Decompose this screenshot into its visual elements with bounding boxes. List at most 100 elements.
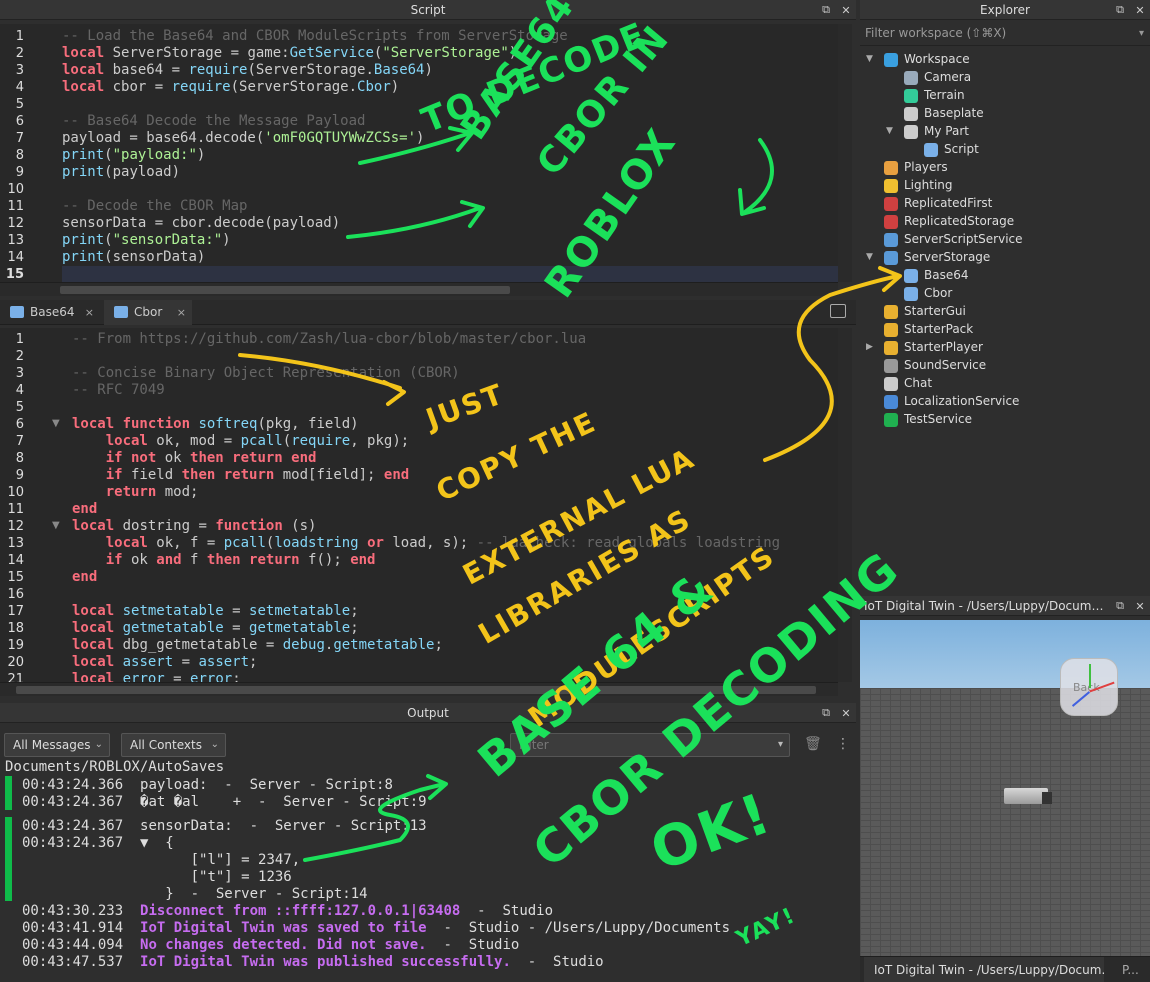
close-icon[interactable]: ✕ [1134,4,1146,17]
code-line[interactable]: local setmetatable = setmetatable; [72,603,838,620]
scroll-thumb[interactable] [60,286,510,294]
code-line[interactable]: local dostring = function (s) [72,518,838,535]
close-tab-icon[interactable]: × [177,300,186,325]
log-row[interactable]: ["t"] = 1236 [22,869,292,886]
log-row[interactable]: 00:43:24.367 sensorData: - Server - Scri… [22,818,427,835]
code-line[interactable]: local ok, mod = pcall(require, pkg); [72,433,838,450]
explorer-item-starterpack[interactable]: StarterPack [884,320,973,338]
explorer-item-testservice[interactable]: TestService [884,410,972,428]
explorer-item-starterplayer[interactable]: StarterPlayer [884,338,983,356]
explorer-item-base64[interactable]: Base64 [904,266,969,284]
close-icon[interactable]: ✕ [1134,600,1146,613]
log-row[interactable]: ["l"] = 2347, [22,852,301,869]
explorer-item-my part[interactable]: My Part [904,122,969,140]
collapse-arrow-icon[interactable]: ▼ [866,248,873,266]
log-row[interactable]: } - Server - Script:14 [22,886,367,903]
code-line[interactable] [72,586,838,603]
log-row[interactable]: 00:43:44.094 No changes detected. Did no… [22,937,519,954]
close-icon[interactable]: ✕ [840,4,852,17]
code-line[interactable]: -- Load the Base64 and CBOR ModuleScript… [62,28,838,45]
vertical-scrollbar[interactable] [838,24,852,282]
code-line[interactable]: -- Base64 Decode the Message Payload [62,113,838,130]
explorer-filter-input[interactable]: Filter workspace (⇧⌘X) ▾ [860,21,1150,46]
vertical-scrollbar[interactable] [838,328,852,682]
code-line[interactable]: if field then return mod[field]; end [72,467,838,484]
code-line[interactable]: -- Concise Binary Object Representation … [72,365,838,382]
code-line[interactable]: print("sensorData:") [62,232,838,249]
code-line[interactable]: print(payload) [62,164,838,181]
explorer-item-soundservice[interactable]: SoundService [884,356,986,374]
3d-viewport[interactable]: Back [860,620,1150,956]
code-area[interactable]: -- Load the Base64 and CBOR ModuleScript… [62,24,838,283]
explorer-item-script[interactable]: Script [924,140,979,158]
code-line[interactable] [62,96,838,113]
code-line[interactable]: local base64 = require(ServerStorage.Bas… [62,62,838,79]
code-area[interactable]: -- From https://github.com/Zash/lua-cbor… [72,328,838,687]
explorer-item-terrain[interactable]: Terrain [904,86,965,104]
restore-icon[interactable]: ⧉ [820,706,832,720]
code-line[interactable]: local ServerStorage = game:GetService("S… [62,45,838,62]
tab-cbor[interactable]: Cbor × [104,300,192,325]
close-tab-icon[interactable]: × [85,300,94,325]
horizontal-scrollbar[interactable] [0,682,838,696]
code-line[interactable]: if not ok then return end [72,450,838,467]
explorer-item-startergui[interactable]: StarterGui [884,302,966,320]
more-icon[interactable]: ⋮ [836,736,850,752]
scroll-thumb[interactable] [16,686,816,694]
code-line[interactable]: if ok and f then return f(); end [72,552,838,569]
code-line[interactable]: local assert = assert; [72,654,838,671]
explorer-item-serverstorage[interactable]: ServerStorage [884,248,990,266]
fold-toggle-icon[interactable]: ▼ [52,418,60,429]
explorer-item-chat[interactable]: Chat [884,374,932,392]
horizontal-scrollbar[interactable] [0,282,838,296]
collapse-arrow-icon[interactable]: ▼ [886,122,893,140]
restore-icon[interactable]: ⧉ [820,3,832,17]
code-line[interactable] [62,181,838,198]
code-line[interactable]: local ok, f = pcall(loadstring or load, … [72,535,838,552]
explorer-item-replicatedstorage[interactable]: ReplicatedStorage [884,212,1014,230]
code-line[interactable]: local function softreq(pkg, field) [72,416,838,433]
explorer-item-lighting[interactable]: Lighting [884,176,953,194]
restore-icon[interactable]: ⧉ [1114,599,1126,613]
viewport-tab[interactable]: IoT Digital Twin - /Users/Luppy/Docum... [864,957,1104,982]
explorer-item-cbor[interactable]: Cbor [904,284,952,302]
messages-filter-dropdown[interactable]: All Messages ⌄ [4,733,110,757]
code-line[interactable]: local dbg_getmetatable = debug.getmetata… [72,637,838,654]
code-line[interactable]: return mod; [72,484,838,501]
restore-icon[interactable]: ⧉ [1114,3,1126,17]
code-line[interactable]: end [72,569,838,586]
code-line[interactable]: local cbor = require(ServerStorage.Cbor) [62,79,838,96]
log-row[interactable]: 00:43:30.233 Disconnect from ::ffff:127.… [22,903,553,920]
code-line[interactable]: payload = base64.decode('omF0GQTUYWwZCSs… [62,130,838,147]
popout-icon[interactable] [830,304,846,318]
code-line[interactable]: end [72,501,838,518]
collapse-arrow-icon[interactable]: ▼ [866,50,873,68]
log-row[interactable]: 00:43:24.366 payload: - Server - Script:… [22,777,393,794]
explorer-item-workspace[interactable]: Workspace [884,50,970,68]
filter-input[interactable]: Filter ▾ [510,733,790,757]
log-row[interactable]: 00:43:24.367 �at �al + - Server - Script… [22,794,427,811]
script-editor[interactable]: 1 2 3 4 5 6 7 8 9 10 11 12 13 14 15 -- Load the Base64… [0,24,838,283]
code-line[interactable] [72,399,838,416]
tab-base64[interactable]: Base64 × [0,300,100,325]
code-line[interactable] [72,348,838,365]
log-row[interactable]: 00:43:41.914 IoT Digital Twin was saved … [22,920,730,937]
trash-icon[interactable]: 🗑 [804,736,822,752]
code-line[interactable] [62,266,838,283]
close-icon[interactable]: ✕ [840,707,852,720]
explorer-item-replicatedfirst[interactable]: ReplicatedFirst [884,194,992,212]
explorer-item-localizationservice[interactable]: LocalizationService [884,392,1019,410]
explorer-item-camera[interactable]: Camera [904,68,971,86]
expand-arrow-icon[interactable]: ▶ [866,338,873,356]
explorer-item-serverscriptservice[interactable]: ServerScriptService [884,230,1023,248]
log-row[interactable]: 00:43:24.367 ▼ { [22,835,174,852]
code-line[interactable]: local getmetatable = getmetatable; [72,620,838,637]
log-row[interactable]: 00:43:47.537 IoT Digital Twin was publis… [22,954,604,971]
contexts-filter-dropdown[interactable]: All Contexts ⌄ [121,733,226,757]
cbor-editor[interactable]: 1 2 3 4 5 6 7 8 9 10 11 12 13 14 15 16 17 18 19 20 21 ▼ ▼ -- … [0,328,838,687]
code-line[interactable]: -- From https://github.com/Zash/lua-cbor… [72,331,838,348]
code-line[interactable]: -- Decode the CBOR Map [62,198,838,215]
code-line[interactable]: -- RFC 7049 [72,382,838,399]
explorer-item-players[interactable]: Players [884,158,948,176]
code-line[interactable]: print("payload:") [62,147,838,164]
